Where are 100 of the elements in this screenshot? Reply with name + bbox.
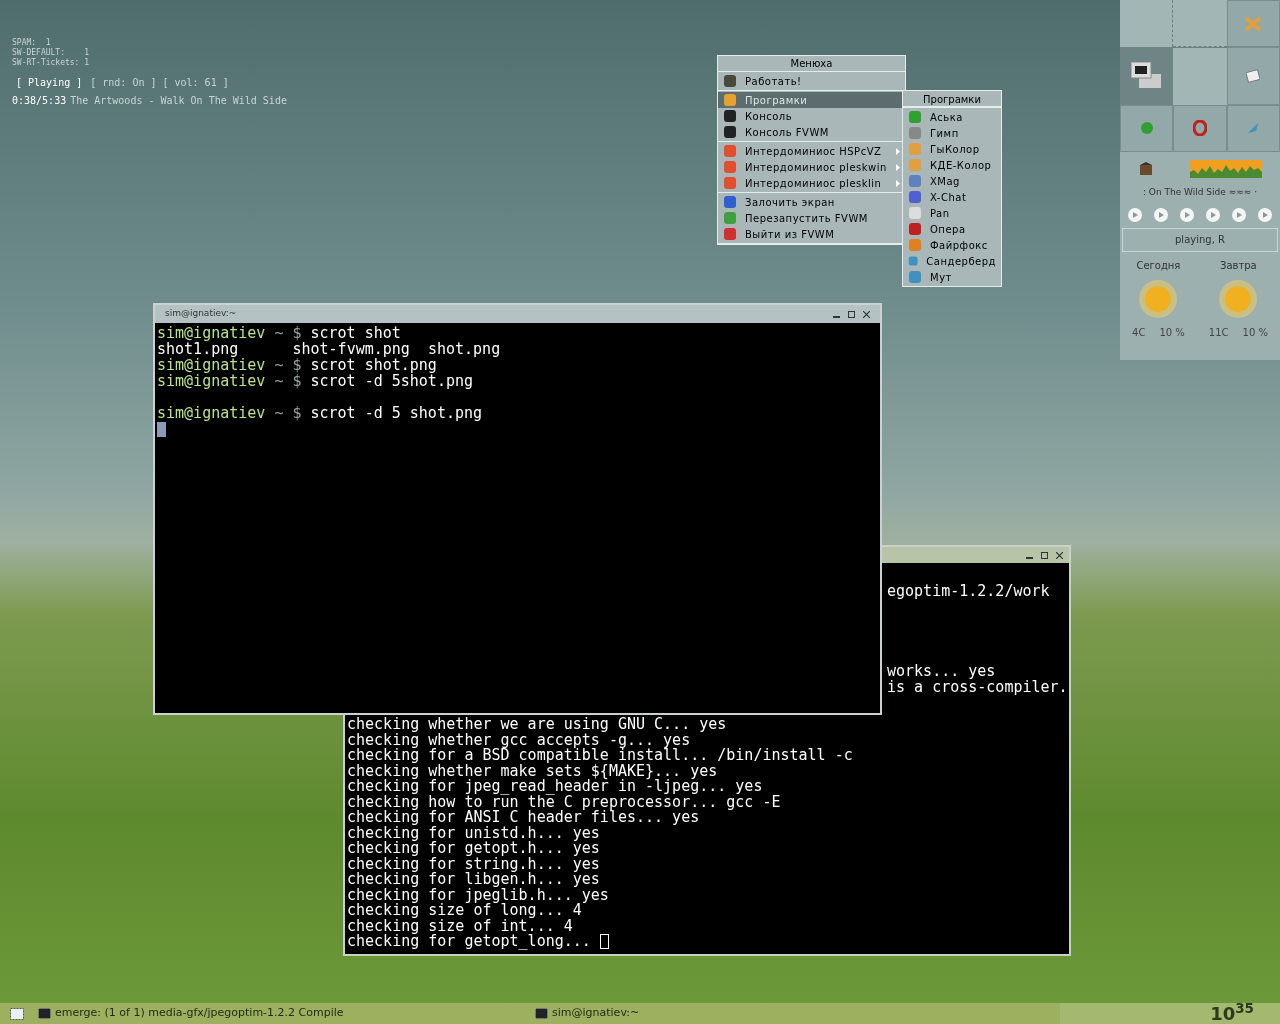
stat-text: SW-RT-Tickets: 1	[12, 58, 91, 68]
menu-item[interactable]: Аська	[903, 109, 1001, 125]
terminal-line: checking for ANSI C header files... yes	[347, 810, 700, 826]
terminal-line: works... yes	[887, 663, 997, 679]
terminal-line: checking whether make sets ${MAKE}... yes	[347, 763, 718, 779]
terminal-line: checking for libgen.h... yes	[347, 872, 600, 888]
menu-item[interactable]: XMag	[903, 173, 1001, 189]
paper-icon	[1246, 69, 1261, 83]
stat-text: SW-DEFAULT: 1	[12, 48, 91, 58]
terminal-line: shot1.png shot-fvwm.png shot.png	[157, 341, 501, 357]
menu-item[interactable]: Сандерберд	[903, 253, 1001, 269]
command-text: scrot shot.png	[310, 357, 437, 373]
player-status-text: [ Playing ]	[16, 76, 83, 90]
menu-item[interactable]: ГыКолор	[903, 141, 1001, 157]
menu-item-icon	[723, 176, 737, 190]
sun-icon	[1218, 278, 1259, 319]
command-text: scrot -d 5 shot.png	[310, 405, 483, 421]
menu-item-icon	[908, 254, 919, 268]
window-title: sim@ignatiev:~	[165, 307, 237, 321]
package-icon	[1138, 162, 1153, 176]
terminal-line: checking for string.h... yes	[347, 856, 600, 872]
sun-icon	[1138, 278, 1179, 319]
menu-item-icon	[908, 238, 922, 252]
player-control-icon[interactable]	[1128, 207, 1142, 222]
menu-item[interactable]: Опера	[903, 221, 1001, 237]
player-status-box: playing, R	[1122, 227, 1278, 252]
menu-item[interactable]: Интердоминиос HSPcVZ	[718, 143, 905, 159]
terminal-icon	[38, 1008, 51, 1019]
command-text: scrot -d 5shot.png	[310, 373, 474, 389]
close-icon[interactable]	[1056, 551, 1063, 559]
desktop-icon[interactable]	[10, 1007, 24, 1020]
menu-item[interactable]: Работать!	[718, 73, 905, 89]
track-time-text: 0:38/5:33	[12, 94, 67, 108]
menu-item[interactable]: Перезапустить FVWM	[718, 210, 905, 226]
prompt-user: sim@ignatiev	[157, 405, 266, 421]
menu-item-icon	[723, 109, 737, 123]
terminal-line: checking whether we are using GNU C... yes	[347, 717, 727, 733]
maximize-icon[interactable]	[1041, 551, 1048, 559]
track-title-text: The Artwoods - Walk On The Wild Side	[70, 94, 287, 108]
menu-item[interactable]: Гимп	[903, 125, 1001, 141]
menu-item-icon	[723, 74, 737, 88]
menu-item-icon	[908, 126, 922, 140]
menu-item-icon	[908, 206, 922, 220]
player-status-text: [ rnd: On ] [ vol: 61 ]	[90, 76, 229, 90]
menu-item[interactable]: Интердоминиос pleskwin	[718, 159, 905, 175]
terminal-icon	[535, 1008, 548, 1019]
menu-item[interactable]: Консоль FVWM	[718, 124, 905, 140]
weather-day: Завтра	[1220, 257, 1257, 273]
menu-item[interactable]: Pan	[903, 205, 1001, 221]
prompt-path: ~ $	[274, 405, 302, 421]
menu-title: Менюха	[718, 56, 905, 72]
player-control-icon[interactable]	[1206, 207, 1220, 222]
menu-item[interactable]: Програмки	[718, 92, 905, 108]
prompt-user: sim@ignatiev	[157, 357, 266, 373]
prompt-path: ~ $	[274, 357, 302, 373]
terminal-line: checking for unistd.h... yes	[347, 825, 600, 841]
taskbar-task[interactable]: sim@ignatiev:~	[535, 1005, 1035, 1022]
menu-item-icon	[908, 270, 922, 284]
pager-desktop-active[interactable]	[1120, 47, 1174, 105]
menu-item[interactable]: КДЕ-Колор	[903, 157, 1001, 173]
menu-item[interactable]: Консоль	[718, 108, 905, 124]
terminal-cursor	[599, 934, 609, 950]
player-control-icon[interactable]	[1232, 207, 1246, 222]
menu-item[interactable]: Интердоминиос plesklin	[718, 175, 905, 191]
menu-item[interactable]: Выйти из FVWM	[718, 226, 905, 242]
terminal-line: checking size of int... 4	[347, 918, 573, 934]
close-icon[interactable]	[863, 310, 870, 318]
menu-item-icon	[723, 195, 737, 209]
submenu-title: Програмки	[903, 91, 1001, 108]
prompt-path: ~ $	[274, 325, 302, 341]
pager-cell[interactable]	[1226, 104, 1280, 152]
player-control-icon[interactable]	[1180, 207, 1194, 222]
player-title-text: : On The Wild Side ≈≈≈ ·	[1141, 186, 1259, 199]
menu-item[interactable]: Залочить экран	[718, 194, 905, 210]
player-control-icon[interactable]	[1154, 207, 1168, 222]
pager-cell[interactable]	[1173, 104, 1227, 152]
pager-cell[interactable]	[1226, 47, 1280, 105]
terminal-line: is a cross-compiler.	[887, 679, 1067, 695]
terminal-line: checking for jpeglib.h... yes	[347, 887, 609, 903]
terminal-line: egoptim-1.2.2/work	[887, 583, 1051, 599]
temperature-text: 4C	[1132, 325, 1146, 340]
menu-item-icon	[723, 227, 737, 241]
pager-cell[interactable]	[1226, 0, 1280, 48]
menu-item[interactable]: Файрфокс	[903, 237, 1001, 253]
player-control-icon[interactable]	[1258, 207, 1272, 222]
terminal-line: checking for getopt.h... yes	[347, 841, 600, 857]
menu-item-icon	[908, 174, 922, 188]
taskbar-task[interactable]: emerge: (1 of 1) media-gfx/jpegoptim-1.2.2 Compile	[38, 1005, 535, 1022]
terminal-line: checking size of long... 4	[347, 903, 582, 919]
maximize-icon[interactable]	[848, 310, 855, 318]
clock-text: 10$^{35}$	[1210, 1000, 1254, 1024]
command-text: scrot shot	[310, 325, 401, 341]
prompt-path: ~ $	[274, 373, 302, 389]
menu-item-icon	[723, 160, 737, 174]
menu-item-icon	[908, 158, 922, 172]
menu-item-icon	[908, 190, 922, 204]
menu-item[interactable]: X-Chat	[903, 189, 1001, 205]
menu-item[interactable]: Мут	[903, 269, 1001, 285]
menu-item-icon	[723, 93, 737, 107]
pager-cell[interactable]	[1120, 104, 1174, 152]
